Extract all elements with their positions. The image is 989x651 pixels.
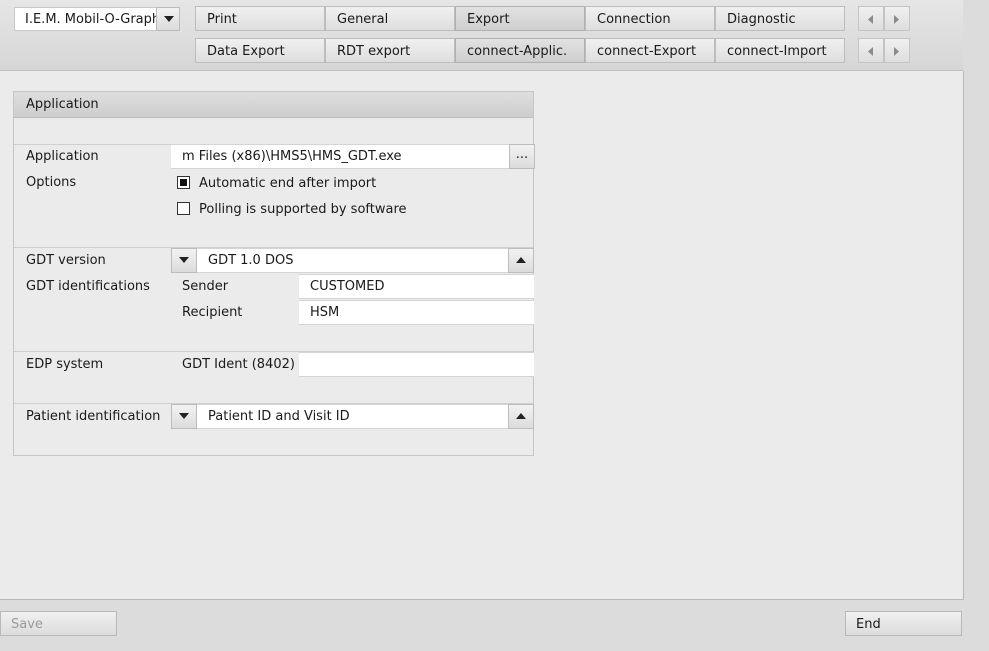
- triangle-down-icon: [179, 413, 189, 419]
- tab-label: Data Export: [207, 44, 285, 59]
- tab-general[interactable]: General: [325, 6, 455, 31]
- triangle-up-icon: [516, 257, 526, 263]
- patient-identification-value: Patient ID and Visit ID: [208, 409, 350, 424]
- tabs-row1-scroll-left[interactable]: [858, 6, 884, 31]
- panel-title: Application: [26, 97, 99, 112]
- tab-export[interactable]: Export: [455, 6, 585, 31]
- triangle-left-icon: [868, 47, 873, 56]
- patient-identification-up-button[interactable]: [508, 404, 534, 429]
- patient-identification-select[interactable]: Patient ID and Visit ID: [197, 404, 508, 429]
- gdt-version-up-button[interactable]: [508, 248, 534, 273]
- device-dropdown-button[interactable]: [156, 7, 180, 31]
- auto-end-label[interactable]: Automatic end after import: [199, 176, 376, 191]
- application-panel: Application Application m Files (x86)\HM…: [13, 91, 535, 456]
- panel-header: Application: [14, 92, 533, 118]
- sender-label: Sender: [182, 279, 229, 294]
- tab-label: Diagnostic: [727, 12, 796, 27]
- browse-label: ...: [515, 147, 529, 162]
- tab-label: Export: [467, 12, 510, 27]
- recipient-value: HSM: [310, 305, 340, 320]
- gdt-version-select[interactable]: GDT 1.0 DOS: [197, 248, 508, 273]
- gdt-identifications-label: GDT identifications: [26, 279, 150, 294]
- device-select-value: I.E.M. Mobil-O-Graph: [25, 12, 161, 27]
- tabs-row2-scroll-left[interactable]: [858, 38, 884, 63]
- patient-identification-dropdown-button[interactable]: [171, 404, 197, 429]
- gdt-ident-input[interactable]: [299, 352, 534, 377]
- tab-data-export[interactable]: Data Export: [195, 38, 325, 63]
- recipient-label: Recipient: [182, 305, 243, 320]
- gdt-ident-label: GDT Ident (8402): [182, 357, 295, 372]
- triangle-down-icon: [179, 257, 189, 263]
- triangle-right-icon: [894, 47, 899, 56]
- tab-label: RDT export: [337, 44, 411, 59]
- save-label: Save: [11, 617, 43, 632]
- tab-rdt-export[interactable]: RDT export: [325, 38, 455, 63]
- application-label: Application: [26, 149, 99, 164]
- triangle-up-icon: [516, 413, 526, 419]
- tab-label: connect-Applic.: [467, 44, 568, 59]
- tabs-row1-scroll-right[interactable]: [884, 6, 910, 31]
- application-path-value: m Files (x86)\HMS5\HMS_GDT.exe: [182, 149, 402, 164]
- browse-button[interactable]: ...: [509, 144, 535, 169]
- gdt-version-value: GDT 1.0 DOS: [208, 253, 294, 268]
- tab-connect-export[interactable]: connect-Export: [585, 38, 715, 63]
- triangle-down-icon: [164, 16, 174, 22]
- end-label: End: [856, 617, 881, 632]
- top-toolbar: I.E.M. Mobil-O-Graph Print General Expor…: [0, 0, 963, 71]
- recipient-input[interactable]: HSM: [299, 300, 534, 325]
- tab-print[interactable]: Print: [195, 6, 325, 31]
- triangle-left-icon: [868, 15, 873, 24]
- tab-label: Connection: [597, 12, 671, 27]
- polling-label[interactable]: Polling is supported by software: [199, 202, 407, 217]
- sender-value: CUSTOMED: [310, 279, 385, 294]
- save-button[interactable]: Save: [0, 611, 117, 636]
- options-label: Options: [26, 175, 77, 190]
- triangle-right-icon: [894, 15, 899, 24]
- tab-label: General: [337, 12, 389, 27]
- edp-system-label: EDP system: [26, 357, 104, 372]
- gdt-version-label: GDT version: [26, 253, 106, 268]
- tab-diagnostic[interactable]: Diagnostic: [715, 6, 845, 31]
- auto-end-checkbox[interactable]: [177, 176, 190, 189]
- application-path-field[interactable]: m Files (x86)\HMS5\HMS_GDT.exe: [171, 144, 509, 169]
- tab-label: Print: [207, 12, 237, 27]
- polling-checkbox[interactable]: [177, 202, 190, 215]
- end-button[interactable]: End: [845, 611, 962, 636]
- tab-connection[interactable]: Connection: [585, 6, 715, 31]
- tab-connect-applic[interactable]: connect-Applic.: [455, 38, 585, 63]
- tab-connect-import[interactable]: connect-Import: [715, 38, 845, 63]
- tab-label: connect-Import: [727, 44, 827, 59]
- sender-input[interactable]: CUSTOMED: [299, 274, 534, 299]
- gdt-version-dropdown-button[interactable]: [171, 248, 197, 273]
- tabs-row2-scroll-right[interactable]: [884, 38, 910, 63]
- tab-label: connect-Export: [597, 44, 697, 59]
- patient-identification-label: Patient identification: [26, 409, 161, 424]
